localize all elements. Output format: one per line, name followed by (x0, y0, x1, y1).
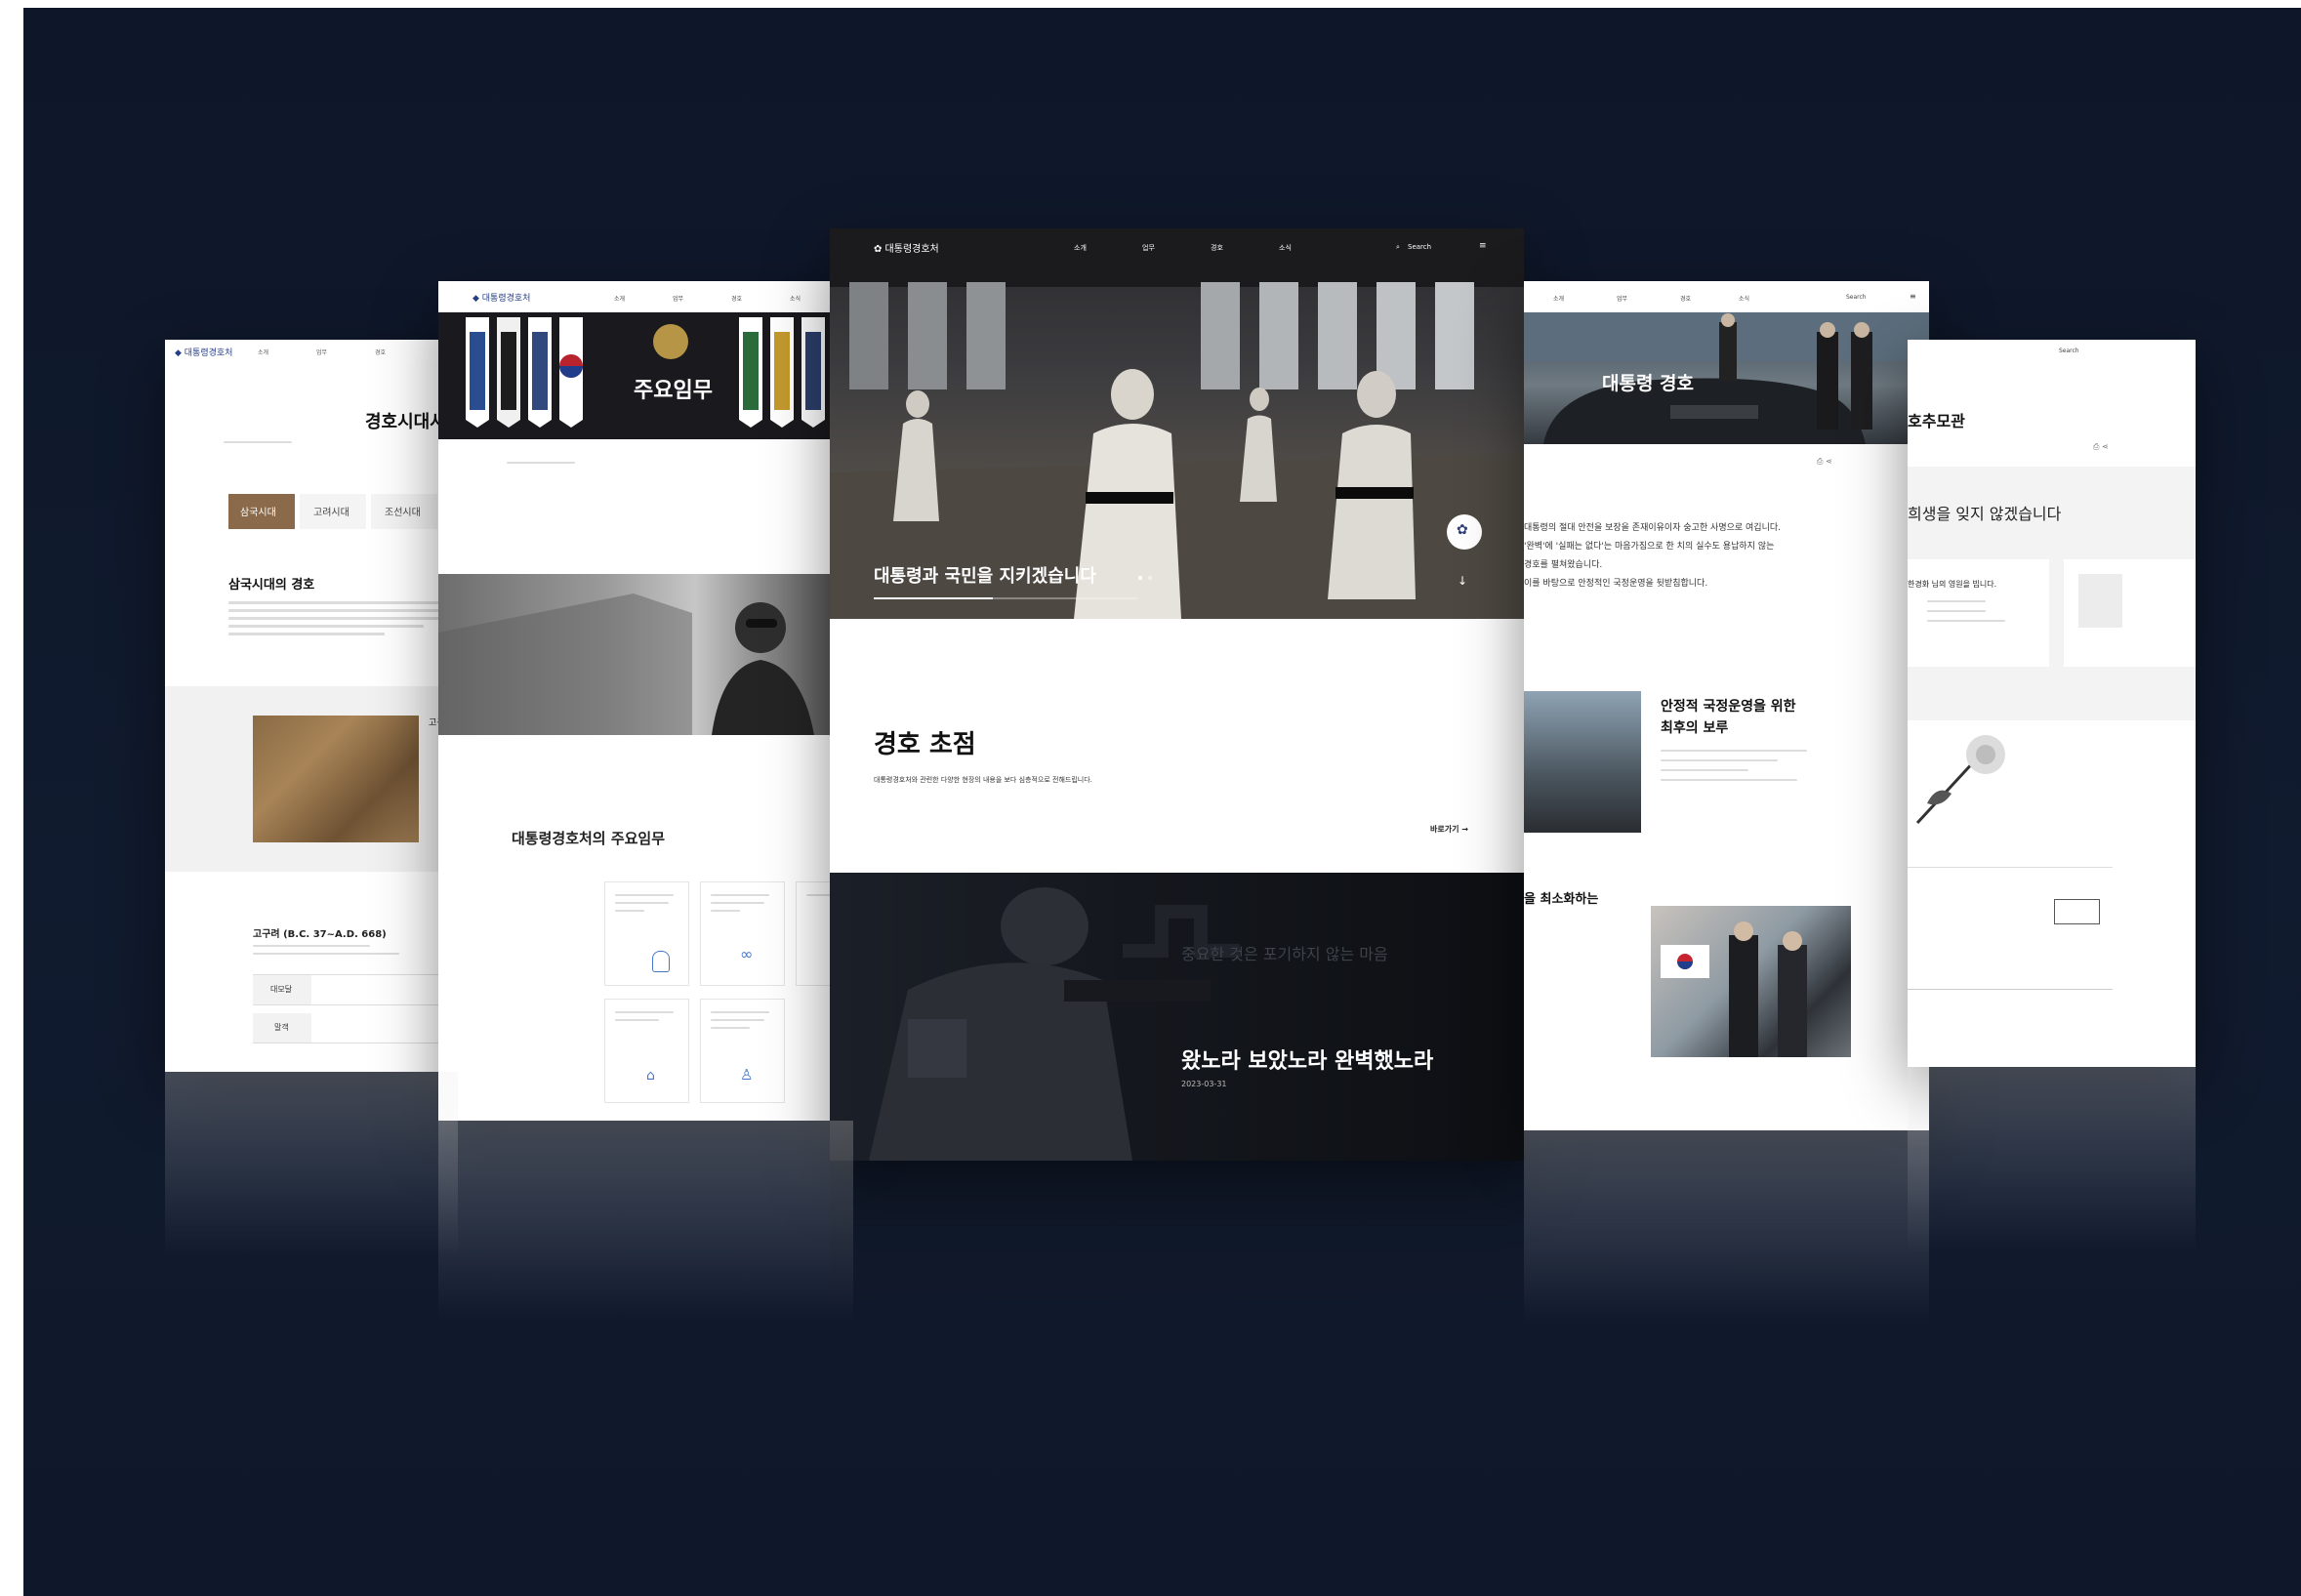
header: 소개 업무 경호 소식 Search ≡ (1524, 281, 1929, 312)
page-history: ◆ 대통령경호처 소개 업무 경호 경호시대사 삼국시대 고려시대 조선시대 삼… (165, 340, 458, 1072)
block-title: 을 최소화하는 (1524, 892, 1599, 907)
flags-banner: 주요임무 (438, 312, 853, 439)
scroll-down-icon[interactable]: ↓ (1458, 574, 1467, 588)
hero-title: 대통령과 국민을 지키겠습니다 (874, 566, 1096, 587)
intro-line: '완벽'에 '실패는 없다'는 마음가짐으로 한 치의 실수도 용납하지 않는 (1524, 542, 1775, 552)
memorial-card[interactable] (2064, 559, 2196, 667)
binoculars-icon: ∞ (740, 945, 754, 963)
faded-quote: 중요한 것은 포기하지 않는 마음 (1181, 945, 1388, 963)
intro-line: 경호를 펼쳐왔습니다. (1524, 560, 1603, 570)
reflection (1524, 1130, 1929, 1374)
section-title: 대통령경호처의 주요임무 (512, 830, 666, 847)
crowd-photo (1651, 906, 1851, 1057)
logo: ◆ 대통령경호처 (175, 348, 233, 358)
nav-item[interactable]: 경호 (375, 348, 386, 356)
nav-item[interactable]: 소식 (1279, 243, 1292, 253)
page-protection: 소개 업무 경호 소식 Search ≡ 대통령 경호 ⎙ ⋖ 대통령의 절대 … (1524, 281, 1929, 1130)
car-photo (1524, 691, 1641, 833)
submit-button[interactable] (2054, 899, 2100, 924)
go-link[interactable]: 바로가기 → (1430, 824, 1468, 835)
tab-goryeo[interactable]: 고려시대 (300, 494, 366, 529)
intro-line: 대통령의 절대 안전을 보장을 존재이유이자 숭고한 사명으로 여깁니다. (1524, 523, 1782, 533)
header: ◆ 대통령경호처 소개 업무 경호 소식 (438, 281, 853, 312)
table-row: 말객 (253, 1013, 458, 1044)
page-home: ✿ 대통령경호처 소개 업무 경호 소식 ⌕ Search ≡ 대통령과 국민을… (830, 228, 1524, 1161)
story-section: 중요한 것은 포기하지 않는 마음 왔노라 보았노라 완벽했노라 2023-03… (830, 873, 1524, 1161)
memorial-card[interactable]: 한경화 님의 영원을 빕니다. (1908, 559, 2049, 667)
shield-icon (652, 951, 670, 972)
hero-photo (830, 228, 1524, 619)
block-title: 최후의 보루 (1661, 720, 1729, 736)
slide-dot[interactable] (1138, 576, 1142, 580)
artifact-photo (253, 716, 419, 842)
page-mission: ◆ 대통령경호처 소개 업무 경호 소식 주요임무 대통령경호처의 주요임무 ∞… (438, 281, 853, 1121)
tab-samguk[interactable]: 삼국시대 (228, 494, 295, 529)
reflection (438, 1121, 853, 1374)
showcase-stage: ◆ 대통령경호처 소개 업무 경호 경호시대사 삼국시대 고려시대 조선시대 삼… (23, 8, 2301, 1596)
nav-item[interactable]: 소개 (1074, 243, 1087, 253)
mission-card[interactable] (604, 881, 689, 986)
print-icon[interactable]: ⎙ ⋖ (1817, 457, 1832, 467)
slide-dot[interactable] (1148, 576, 1152, 580)
nav-item[interactable]: 업무 (673, 294, 683, 303)
mission-card[interactable]: ♙ (700, 999, 785, 1103)
reflection (830, 1161, 1524, 1405)
focus-desc: 대통령경호처와 관련한 다양한 현장의 내용을 보다 심층적으로 전해드립니다. (874, 776, 1092, 784)
subtitle: 희생을 잊지 않겠습니다 (1908, 505, 2062, 523)
agent-photo (438, 574, 853, 735)
mission-card[interactable]: ∞ (700, 881, 785, 986)
search-link[interactable]: Search (1408, 243, 1431, 251)
nav-item[interactable]: 업무 (1617, 294, 1627, 303)
focus-section: 경호 초점 대통령경호처와 관련한 다양한 현장의 내용을 보다 심층적으로 전… (830, 619, 1524, 873)
logo: ✿ 대통령경호처 (874, 244, 939, 255)
nav-item[interactable]: 소개 (1553, 294, 1564, 303)
menu-icon[interactable]: ≡ (1910, 292, 1916, 301)
comment-form (1908, 867, 2113, 956)
search-icon[interactable]: ⌕ (1396, 243, 1400, 252)
tab-joseon[interactable]: 조선시대 (371, 494, 437, 529)
focus-title: 경호 초점 (874, 730, 976, 759)
building-icon: ⌂ (646, 1068, 655, 1084)
nav-item[interactable]: 업무 (1142, 243, 1155, 253)
hero-title: 대통령 경호 (1602, 373, 1695, 394)
story-date: 2023-03-31 (1181, 1080, 1227, 1088)
nav-item[interactable]: 경호 (1211, 243, 1223, 253)
reflection (1908, 1067, 2196, 1301)
print-icon[interactable]: ⎙ ⋖ (2093, 442, 2109, 452)
tower-icon: ♙ (740, 1066, 754, 1084)
page-title: 호추모관 (1908, 412, 1965, 430)
story-title[interactable]: 왔노라 보았노라 완벽했노라 (1181, 1044, 1433, 1075)
mission-card[interactable]: ⌂ (604, 999, 689, 1103)
search-link[interactable]: Search (1846, 294, 1867, 301)
motorcade-photo: 대통령 경호 (1524, 312, 1929, 444)
reflection (165, 1072, 458, 1306)
page-title: 경호시대사 (365, 412, 446, 432)
nav-item[interactable]: 소식 (790, 294, 801, 303)
emblem-badge[interactable]: ✿ (1447, 514, 1482, 550)
menu-icon[interactable]: ≡ (1479, 241, 1487, 251)
intro-line: 이를 바탕으로 안정적인 국정운영을 뒷받침합니다. (1524, 579, 1708, 589)
search-link[interactable]: Search (2059, 348, 2079, 354)
nav-item[interactable]: 경호 (1680, 294, 1691, 303)
block-title: 안정적 국정운영을 위한 (1661, 699, 1796, 715)
nav-item[interactable]: 소개 (614, 294, 625, 303)
flower-icon (1915, 735, 2005, 825)
table-row: 대모달 (253, 974, 458, 1005)
hero-title: 주요임무 (634, 379, 713, 403)
logo: ◆ 대통령경호처 (473, 294, 531, 304)
memorial-band: 희생을 잊지 않겠습니다 한경화 님의 영원을 빕니다. (1908, 467, 2196, 720)
nav-item[interactable]: 업무 (316, 348, 327, 356)
nav-item[interactable]: 소식 (1739, 294, 1749, 303)
nav-item[interactable]: 소개 (258, 348, 268, 356)
section-title: 삼국시대의 경호 (228, 578, 315, 593)
era-title: 고구려 (B.C. 37~A.D. 668) (253, 929, 387, 940)
page-memorial: Search 호추모관 ⎙ ⋖ 희생을 잊지 않겠습니다 한경화 님의 영원을 … (1908, 340, 2196, 1067)
nav-item[interactable]: 경호 (731, 294, 742, 303)
